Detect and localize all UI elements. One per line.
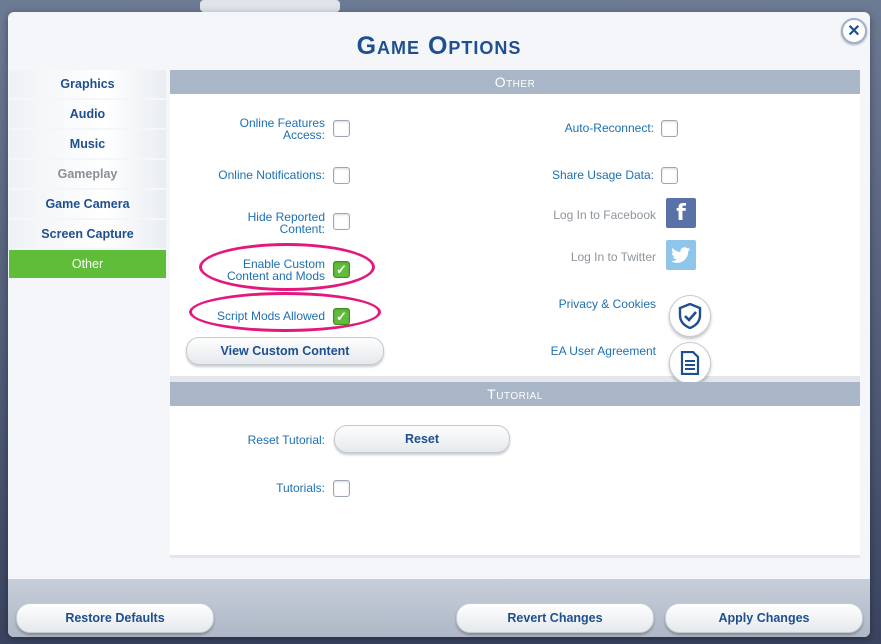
hide-reported-label: Hide Reported Content: bbox=[170, 211, 325, 235]
reset-tutorial-button[interactable]: Reset bbox=[334, 425, 510, 453]
revert-changes-button[interactable]: Revert Changes bbox=[456, 603, 654, 633]
view-custom-content-button[interactable]: View Custom Content bbox=[186, 337, 384, 365]
game-options-dialog: Game Options ✕ Graphics Audio Music Game… bbox=[8, 12, 870, 637]
online-features-label: Online Features Access: bbox=[170, 117, 325, 141]
document-icon[interactable] bbox=[669, 342, 711, 384]
enable-custom-label-line2: Content and Mods bbox=[226, 269, 325, 283]
sidebar-item-screen-capture[interactable]: Screen Capture bbox=[9, 220, 166, 248]
reset-tutorial-label: Reset Tutorial: bbox=[247, 433, 325, 447]
online-notifications-label: Online Notifications: bbox=[218, 168, 325, 182]
online-notifications-checkbox[interactable] bbox=[333, 167, 350, 184]
sidebar-item-game-camera[interactable]: Game Camera bbox=[9, 190, 166, 218]
twitter-icon[interactable] bbox=[666, 240, 696, 270]
script-mods-checkbox[interactable]: ✓ bbox=[333, 308, 350, 325]
other-panel: Other Online Features Access: Online Not… bbox=[170, 70, 860, 384]
restore-defaults-button[interactable]: Restore Defaults bbox=[16, 603, 214, 633]
apply-changes-button[interactable]: Apply Changes bbox=[665, 603, 863, 633]
tutorials-checkbox[interactable] bbox=[333, 480, 350, 497]
tutorial-section-header: Tutorial bbox=[170, 382, 860, 406]
enable-custom-label: Enable Custom Content and Mods bbox=[170, 258, 325, 282]
options-content: Other Online Features Access: Online Not… bbox=[170, 70, 860, 558]
privacy-cookies-label: Privacy & Cookies bbox=[558, 297, 656, 311]
online-features-checkbox[interactable] bbox=[333, 120, 350, 137]
hide-reported-label-line2: Content: bbox=[279, 222, 325, 236]
facebook-login-label: Log In to Facebook bbox=[553, 208, 656, 222]
facebook-icon[interactable]: f bbox=[666, 198, 696, 228]
shield-check-icon[interactable] bbox=[669, 295, 711, 337]
auto-reconnect-label: Auto-Reconnect: bbox=[564, 121, 654, 135]
auto-reconnect-checkbox[interactable] bbox=[661, 120, 678, 137]
background-scene bbox=[200, 0, 340, 12]
dialog-footer: Restore Defaults Revert Changes Apply Ch… bbox=[8, 579, 870, 637]
tutorials-label: Tutorials: bbox=[276, 481, 325, 495]
options-sidebar: Graphics Audio Music Gameplay Game Camer… bbox=[9, 70, 166, 280]
sidebar-item-music[interactable]: Music bbox=[9, 130, 166, 158]
enable-custom-checkbox[interactable]: ✓ bbox=[333, 261, 350, 278]
ea-agreement-label: EA User Agreement bbox=[550, 344, 656, 358]
online-features-label-line2: Access: bbox=[282, 128, 325, 142]
sidebar-item-other[interactable]: Other bbox=[9, 250, 166, 278]
tutorial-panel: Tutorial Reset Tutorial: Reset Tutorials… bbox=[170, 382, 860, 555]
dialog-title: Game Options bbox=[356, 32, 522, 60]
share-usage-checkbox[interactable] bbox=[661, 167, 678, 184]
sidebar-item-gameplay[interactable]: Gameplay bbox=[9, 160, 166, 188]
close-button[interactable]: ✕ bbox=[841, 18, 867, 44]
sidebar-item-audio[interactable]: Audio bbox=[9, 100, 166, 128]
other-section-header: Other bbox=[170, 70, 860, 94]
share-usage-label: Share Usage Data: bbox=[551, 168, 654, 182]
sidebar-item-graphics[interactable]: Graphics bbox=[9, 70, 166, 98]
close-icon: ✕ bbox=[847, 23, 861, 40]
script-mods-label: Script Mods Allowed bbox=[216, 309, 325, 323]
twitter-login-label: Log In to Twitter bbox=[570, 250, 656, 264]
hide-reported-checkbox[interactable] bbox=[333, 213, 350, 230]
